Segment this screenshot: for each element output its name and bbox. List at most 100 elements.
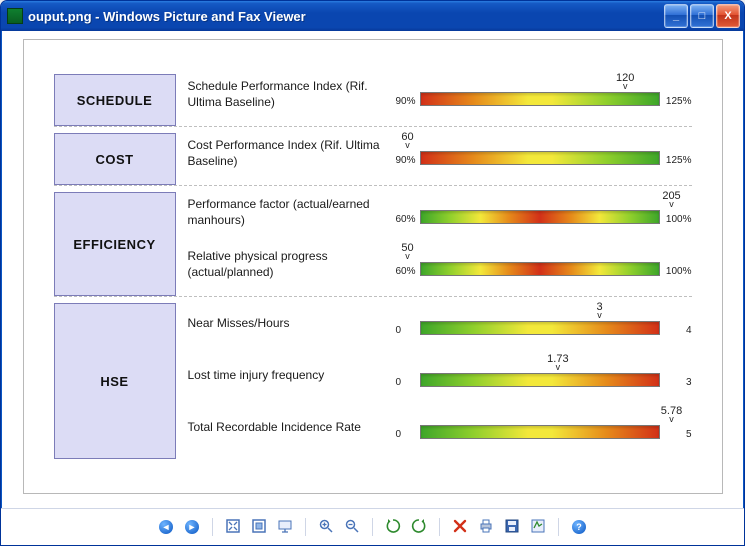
app-icon [7,8,23,24]
fit-icon [225,518,241,537]
save-icon [504,518,520,537]
toolbar: ◄ ►? [1,508,744,545]
metric-row: Performance factor (actual/earned manhou… [188,192,692,244]
print-button[interactable] [476,517,496,537]
gauge-bar [420,425,660,439]
gauge: 205v60%100% [396,194,692,230]
minimize-button[interactable]: _ [664,4,688,28]
metric-row: Total Recordable Incidence Rate 5.78v 0 5 [188,407,692,459]
category-row: SCHEDULE Schedule Performance Index (Rif.… [54,74,692,127]
gauge-bar [420,92,660,106]
category-label: SCHEDULE [54,74,176,126]
edit-button[interactable] [528,517,548,537]
category-row: COST Cost Performance Index (Rif. Ultima … [54,133,692,186]
gauge-min: 60% [396,266,416,277]
gauge-min: 0 [396,377,402,388]
edit-icon [530,518,546,537]
rotate-cw-button[interactable] [409,517,429,537]
toolbar-separator [372,518,373,536]
toolbar-separator [305,518,306,536]
gauge-pointer: 1.73v [547,353,568,370]
metric-label: Performance factor (actual/earned manhou… [188,196,396,228]
gauge-max: 4 [686,325,692,336]
gauge-pointer: 205v [662,190,680,207]
gauge-max: 3 [686,377,692,388]
metric-label: Schedule Performance Index (Rif. Ultima … [188,78,396,110]
gauge-bar [420,210,660,224]
metric-label: Relative physical progress (actual/plann… [188,248,396,280]
metric-row: Cost Performance Index (Rif. Ultima Base… [188,133,692,185]
gauge-max: 100% [666,214,692,225]
app-window: ouput.png - Windows Picture and Fax View… [0,0,745,546]
zoom-in-icon [318,518,334,537]
titlebar[interactable]: ouput.png - Windows Picture and Fax View… [1,1,744,31]
delete-button[interactable] [450,517,470,537]
zoom-out-button[interactable] [342,517,362,537]
help-icon: ? [572,520,586,534]
window-title: ouput.png - Windows Picture and Fax View… [28,9,306,24]
category-label: COST [54,133,176,185]
gauge-min: 0 [396,429,402,440]
gauge-bar [420,373,660,387]
category-label: HSE [54,303,176,459]
zoom-out-icon [344,518,360,537]
rotate-ccw-button[interactable] [383,517,403,537]
gauge: 1.73v03 [396,357,692,393]
slideshow-icon [277,518,293,537]
gauge-min: 60% [396,214,416,225]
gauge-min: 90% [396,155,416,166]
slideshow-button[interactable] [275,517,295,537]
next-icon: ► [185,520,199,534]
toolbar-separator [212,518,213,536]
next-button[interactable]: ► [182,517,202,537]
metric-label: Cost Performance Index (Rif. Ultima Base… [188,137,396,169]
gauge-max: 5 [686,429,692,440]
gauge-bar [420,262,660,276]
save-button[interactable] [502,517,522,537]
toolbar-separator [558,518,559,536]
gauge: 5.78v05 [396,409,692,445]
print-icon [478,518,494,537]
gauge-pointer: 50v [401,242,413,259]
metric-row: Lost time injury frequency 1.73v 0 3 [188,355,692,407]
zoom-in-button[interactable] [316,517,336,537]
gauge-pointer: 3v [596,301,602,318]
image-viewport[interactable]: SCHEDULE Schedule Performance Index (Rif.… [1,31,744,508]
actual-size-button[interactable] [249,517,269,537]
close-button[interactable]: X [716,4,740,28]
gauge: 50v60%100% [396,246,692,282]
gauge-max: 100% [666,266,692,277]
metric-label: Lost time injury frequency [188,367,396,383]
category-row: HSE Near Misses/Hours 3v 0 4 Lost time injury… [54,303,692,459]
gauge-pointer: 5.78v [661,405,682,422]
kpi-dashboard: SCHEDULE Schedule Performance Index (Rif.… [23,39,723,494]
delete-icon [452,518,468,537]
previous-button[interactable]: ◄ [156,517,176,537]
rotate-ccw-icon [385,518,401,537]
rotate-cw-icon [411,518,427,537]
gauge-bar [420,151,660,165]
gauge-max: 125% [666,155,692,166]
metric-row: Near Misses/Hours 3v 0 4 [188,303,692,355]
gauge-min: 0 [396,325,402,336]
toolbar-separator [439,518,440,536]
gauge: 3v04 [396,305,692,341]
actual-size-icon [251,518,267,537]
fit-button[interactable] [223,517,243,537]
category-row: EFFICIENCY Performance factor (actual/ear… [54,192,692,297]
gauge: 120v90%125% [396,76,692,112]
gauge-bar [420,321,660,335]
metric-row: Relative physical progress (actual/plann… [188,244,692,296]
gauge-pointer: 60v [401,131,413,148]
gauge-pointer: 120v [616,72,634,89]
metric-row: Schedule Performance Index (Rif. Ultima … [188,74,692,126]
help-button[interactable]: ? [569,517,589,537]
metric-label: Total Recordable Incidence Rate [188,419,396,435]
category-label: EFFICIENCY [54,192,176,296]
previous-icon: ◄ [159,520,173,534]
maximize-button[interactable]: □ [690,4,714,28]
gauge: 60v90%125% [396,135,692,171]
gauge-min: 90% [396,96,416,107]
gauge-max: 125% [666,96,692,107]
metric-label: Near Misses/Hours [188,315,396,331]
